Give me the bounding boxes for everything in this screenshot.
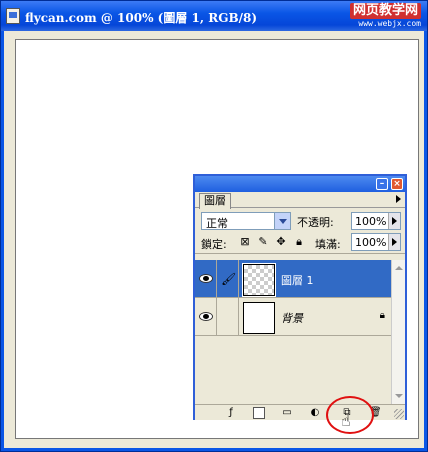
blend-mode-value: 正常	[206, 217, 228, 230]
chevron-down-icon[interactable]	[274, 213, 290, 229]
new-group-icon[interactable]: ▭	[281, 407, 293, 419]
lock-row: 鎖定: ⊠ ✎ ✥ 🔒︎ 填滿: 100%	[195, 232, 405, 254]
opacity-field[interactable]: 100%	[351, 212, 401, 230]
document-title: flycan.com @ 100% (圖層 1, RGB/8)	[25, 11, 258, 25]
lock-position-icon[interactable]: ✥	[275, 236, 287, 248]
layers-scrollbar[interactable]	[391, 260, 405, 404]
fill-label: 填滿:	[315, 238, 341, 251]
lock-icon: 🔒︎	[379, 310, 385, 321]
scroll-down-icon[interactable]	[393, 390, 405, 402]
resize-grip-icon[interactable]	[394, 409, 404, 419]
lock-transparency-icon[interactable]: ⊠	[239, 236, 251, 248]
lock-label: 鎖定:	[201, 238, 227, 251]
document-window: flycan.com @ 100% (圖層 1, RGB/8) 网页教学网 ww…	[0, 0, 428, 452]
opacity-value: 100%	[355, 215, 387, 228]
link-indicator[interactable]	[217, 298, 239, 336]
lock-all-icon[interactable]: 🔒︎	[293, 236, 305, 248]
layer-row-layer1[interactable]: 🖌︎ 圖層 1	[195, 260, 391, 298]
photoshop-document-icon	[6, 8, 20, 24]
fill-value: 100%	[355, 236, 387, 249]
close-icon[interactable]: ×	[391, 178, 403, 190]
layer-style-icon[interactable]: ƒ	[225, 407, 237, 419]
blend-mode-select[interactable]: 正常	[201, 212, 291, 230]
opacity-slider-arrow-icon[interactable]	[388, 213, 400, 229]
fill-slider-arrow-icon[interactable]	[388, 234, 400, 250]
hand-cursor-icon: ☝︎	[341, 411, 351, 430]
palette-titlebar[interactable]: – ×	[195, 176, 405, 192]
layer-name: 背景	[281, 312, 303, 325]
layers-palette: – × 圖層 正常 不透明: 100% 鎖定: ⊠ ✎ ✥ 🔒︎ 填滿: 100…	[193, 174, 407, 420]
lock-image-icon[interactable]: ✎	[257, 236, 269, 248]
eye-icon	[199, 312, 213, 321]
visibility-toggle[interactable]	[195, 260, 217, 298]
layers-list: 🖌︎ 圖層 1 背景 🔒︎	[195, 260, 391, 404]
eye-icon	[199, 274, 213, 283]
opacity-label: 不透明:	[297, 216, 334, 229]
watermark-url: www.webjx.com	[358, 19, 421, 28]
watermark-main: 网页教学网	[349, 3, 421, 19]
layer-name: 圖層 1	[281, 274, 314, 287]
layer-mask-icon[interactable]	[253, 407, 265, 419]
layer-thumbnail	[242, 263, 276, 297]
layer-row-background[interactable]: 背景 🔒︎	[195, 298, 391, 336]
adjustment-layer-icon[interactable]: ◐	[309, 407, 321, 419]
palette-tabs: 圖層	[195, 192, 405, 209]
edit-indicator[interactable]: 🖌︎	[217, 260, 239, 298]
fill-field[interactable]: 100%	[351, 233, 401, 251]
palette-menu-icon[interactable]	[396, 195, 401, 203]
document-titlebar[interactable]: flycan.com @ 100% (圖層 1, RGB/8) 网页教学网 ww…	[1, 1, 427, 31]
tab-layers[interactable]: 圖層	[199, 193, 231, 209]
scroll-up-icon[interactable]	[393, 262, 405, 274]
blend-row: 正常 不透明: 100%	[195, 208, 405, 232]
minimize-icon[interactable]: –	[376, 178, 388, 190]
brush-icon: 🖌︎	[221, 272, 237, 286]
visibility-toggle[interactable]	[195, 298, 217, 336]
layer-thumbnail	[243, 302, 275, 334]
watermark: 网页教学网 www.webjx.com	[349, 3, 421, 29]
